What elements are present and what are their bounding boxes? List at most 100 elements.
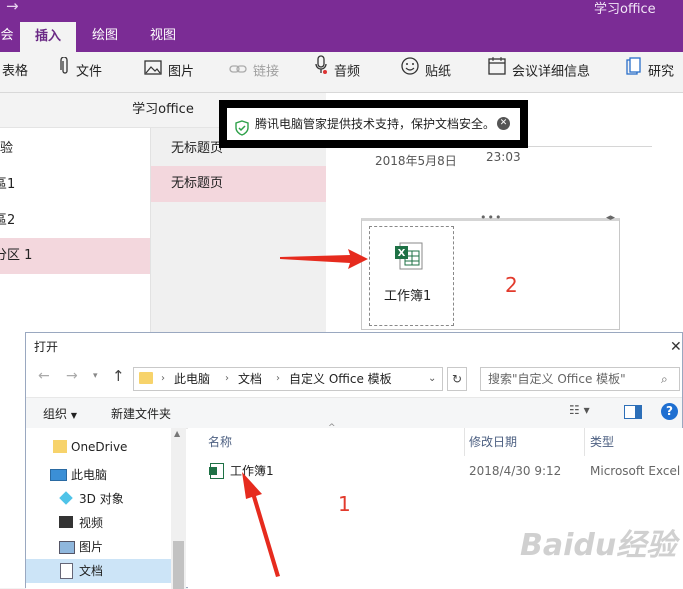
breadcrumb-sep-icon: › (161, 373, 165, 384)
window-title: 学习office (594, 2, 656, 17)
file-label: 文件 (76, 64, 103, 80)
search-input[interactable]: 搜索"自定义 Office 模板" ⌕ (480, 367, 680, 391)
tab-view[interactable]: 视图 (150, 20, 176, 52)
close-icon[interactable]: ✕ (670, 333, 682, 361)
search-placeholder: 搜索"自定义 Office 模板" (488, 372, 626, 386)
tab-partial[interactable]: 会 (0, 20, 18, 52)
ribbon: 表格 文件 图片 链接 音频 贴纸 会议详细信息 研究 (0, 52, 683, 93)
forward-arrow-icon[interactable]: → (66, 368, 78, 384)
preview-pane-icon[interactable] (624, 405, 642, 419)
video-icon (59, 516, 73, 528)
recent-dropdown-icon[interactable]: ▾ (93, 371, 98, 381)
attachment-label: 工作簿1 (384, 289, 432, 304)
nav-item-this-pc[interactable]: 此电脑 (26, 463, 171, 487)
nav-label: 视频 (79, 516, 104, 530)
audio-label: 音频 (334, 64, 361, 80)
chevron-down-icon: ▼ (70, 411, 77, 420)
breadcrumb-this-pc[interactable]: 此电脑 (174, 368, 210, 390)
scroll-thumb[interactable] (173, 541, 184, 589)
excel-attachment[interactable]: X 工作簿1 (369, 226, 454, 326)
link-label: 链接 (253, 64, 280, 80)
folder-icon (53, 440, 67, 453)
microphone-icon (314, 52, 328, 92)
table-label: 表格 (2, 64, 29, 79)
up-arrow-icon[interactable]: ↑ (112, 367, 125, 385)
address-row: ← → ▾ ↑ › 此电脑 › 文档 › 自定义 Office 模板 ⌄ ↻ 搜… (26, 361, 682, 397)
section-item[interactable]: 區2 (0, 203, 150, 239)
sticker-label: 贴纸 (425, 64, 452, 80)
research-label: 研究 (648, 64, 675, 80)
nav-item-videos[interactable]: 视频 (26, 511, 171, 535)
cube-icon (59, 491, 73, 505)
nav-item-pictures[interactable]: 图片 (26, 535, 171, 559)
page-time: 23:03 (486, 150, 521, 164)
picture-icon (144, 52, 162, 92)
nav-item-onedrive[interactable]: OneDrive (26, 435, 171, 459)
picture-button[interactable]: 图片 (144, 52, 194, 92)
meeting-details-button[interactable]: 会议详细信息 (488, 52, 590, 92)
resize-arrows-icon[interactable]: ◂▸ (606, 213, 615, 223)
breadcrumb-documents[interactable]: 文档 (238, 368, 262, 390)
address-dropdown-icon[interactable]: ⌄ (428, 368, 436, 390)
breadcrumb-sep-icon: › (225, 373, 229, 384)
file-button[interactable]: 文件 (60, 52, 102, 92)
close-icon[interactable]: ✕ (497, 117, 510, 130)
scroll-up-icon[interactable]: ▲ (174, 429, 180, 438)
nav-label: OneDrive (71, 440, 128, 454)
link-button[interactable]: 链接 (229, 52, 279, 92)
table-button[interactable]: 表格 (2, 52, 28, 92)
svg-text:X: X (398, 248, 406, 259)
meeting-details-label: 会议详细信息 (512, 64, 591, 80)
shield-icon (234, 116, 250, 148)
tab-insert[interactable]: 插入 (20, 22, 76, 52)
back-arrow-icon[interactable]: ← (38, 368, 50, 384)
paperclip-icon (60, 52, 70, 92)
computer-icon (50, 469, 67, 481)
picture-icon (59, 541, 75, 554)
drag-handle-icon[interactable]: ••• (480, 211, 502, 224)
calendar-icon (488, 52, 506, 92)
section-item[interactable]: 經验 (0, 131, 150, 167)
organize-button[interactable]: 组织 ▼ (43, 405, 77, 422)
column-header-type[interactable]: 类型 (590, 428, 614, 456)
column-divider (464, 428, 465, 456)
sticker-button[interactable]: 贴纸 (401, 52, 451, 92)
section-item-selected[interactable]: 分区 1 (0, 238, 150, 274)
section-label: 分区 1 (0, 248, 33, 263)
excel-file-icon (209, 463, 224, 479)
organize-label: 组织 (43, 407, 68, 421)
breadcrumb-templates[interactable]: 自定义 Office 模板 (289, 368, 392, 390)
nav-label: 文档 (79, 564, 104, 578)
column-header-modified[interactable]: 修改日期 (469, 428, 517, 456)
section-label: 區2 (0, 213, 16, 228)
page-date: 2018年5月8日 (375, 154, 457, 168)
arrow-right-icon[interactable]: → (6, 0, 19, 15)
ribbon-tabs: 会 插入 绘图 视图 (0, 20, 683, 52)
address-bar[interactable]: › 此电脑 › 文档 › 自定义 Office 模板 ⌄ (133, 367, 443, 391)
nav-scrollbar[interactable]: ▲ (171, 428, 186, 589)
toast-body: 腾讯电脑管家提供技术支持，保护文档安全。 ✕ (227, 108, 520, 140)
section-item[interactable]: 區1 (0, 167, 150, 203)
page-item-selected[interactable]: 无标题页 (151, 166, 327, 202)
nav-item-3d-objects[interactable]: 3D 对象 (26, 487, 171, 511)
dialog-title-bar: 打开 ✕ (26, 333, 682, 361)
nav-item-documents[interactable]: 文档 (26, 559, 171, 583)
audio-button[interactable]: 音频 (314, 52, 360, 92)
column-header-name[interactable]: 名称 (208, 428, 232, 456)
new-folder-button[interactable]: 新建文件夹 (111, 405, 171, 422)
nav-label: 图片 (79, 540, 104, 554)
file-type: Microsoft Excel (590, 464, 681, 478)
security-toast: 腾讯电脑管家提供技术支持，保护文档安全。 ✕ (219, 100, 528, 148)
breadcrumb-sep-icon: › (276, 373, 280, 384)
toast-text: 腾讯电脑管家提供技术支持，保护文档安全。 (255, 117, 496, 131)
tab-draw[interactable]: 绘图 (92, 20, 118, 52)
view-options-icon[interactable]: ☷ ▾ (569, 403, 590, 417)
dialog-title: 打开 (34, 340, 59, 354)
nav-label: 3D 对象 (79, 492, 124, 506)
folder-icon (139, 372, 153, 384)
section-label: 區1 (0, 177, 16, 192)
refresh-icon[interactable]: ↻ (447, 367, 467, 391)
help-icon[interactable]: ? (661, 403, 678, 420)
excel-file-icon: X (394, 241, 424, 275)
research-button[interactable]: 研究 (626, 52, 674, 92)
